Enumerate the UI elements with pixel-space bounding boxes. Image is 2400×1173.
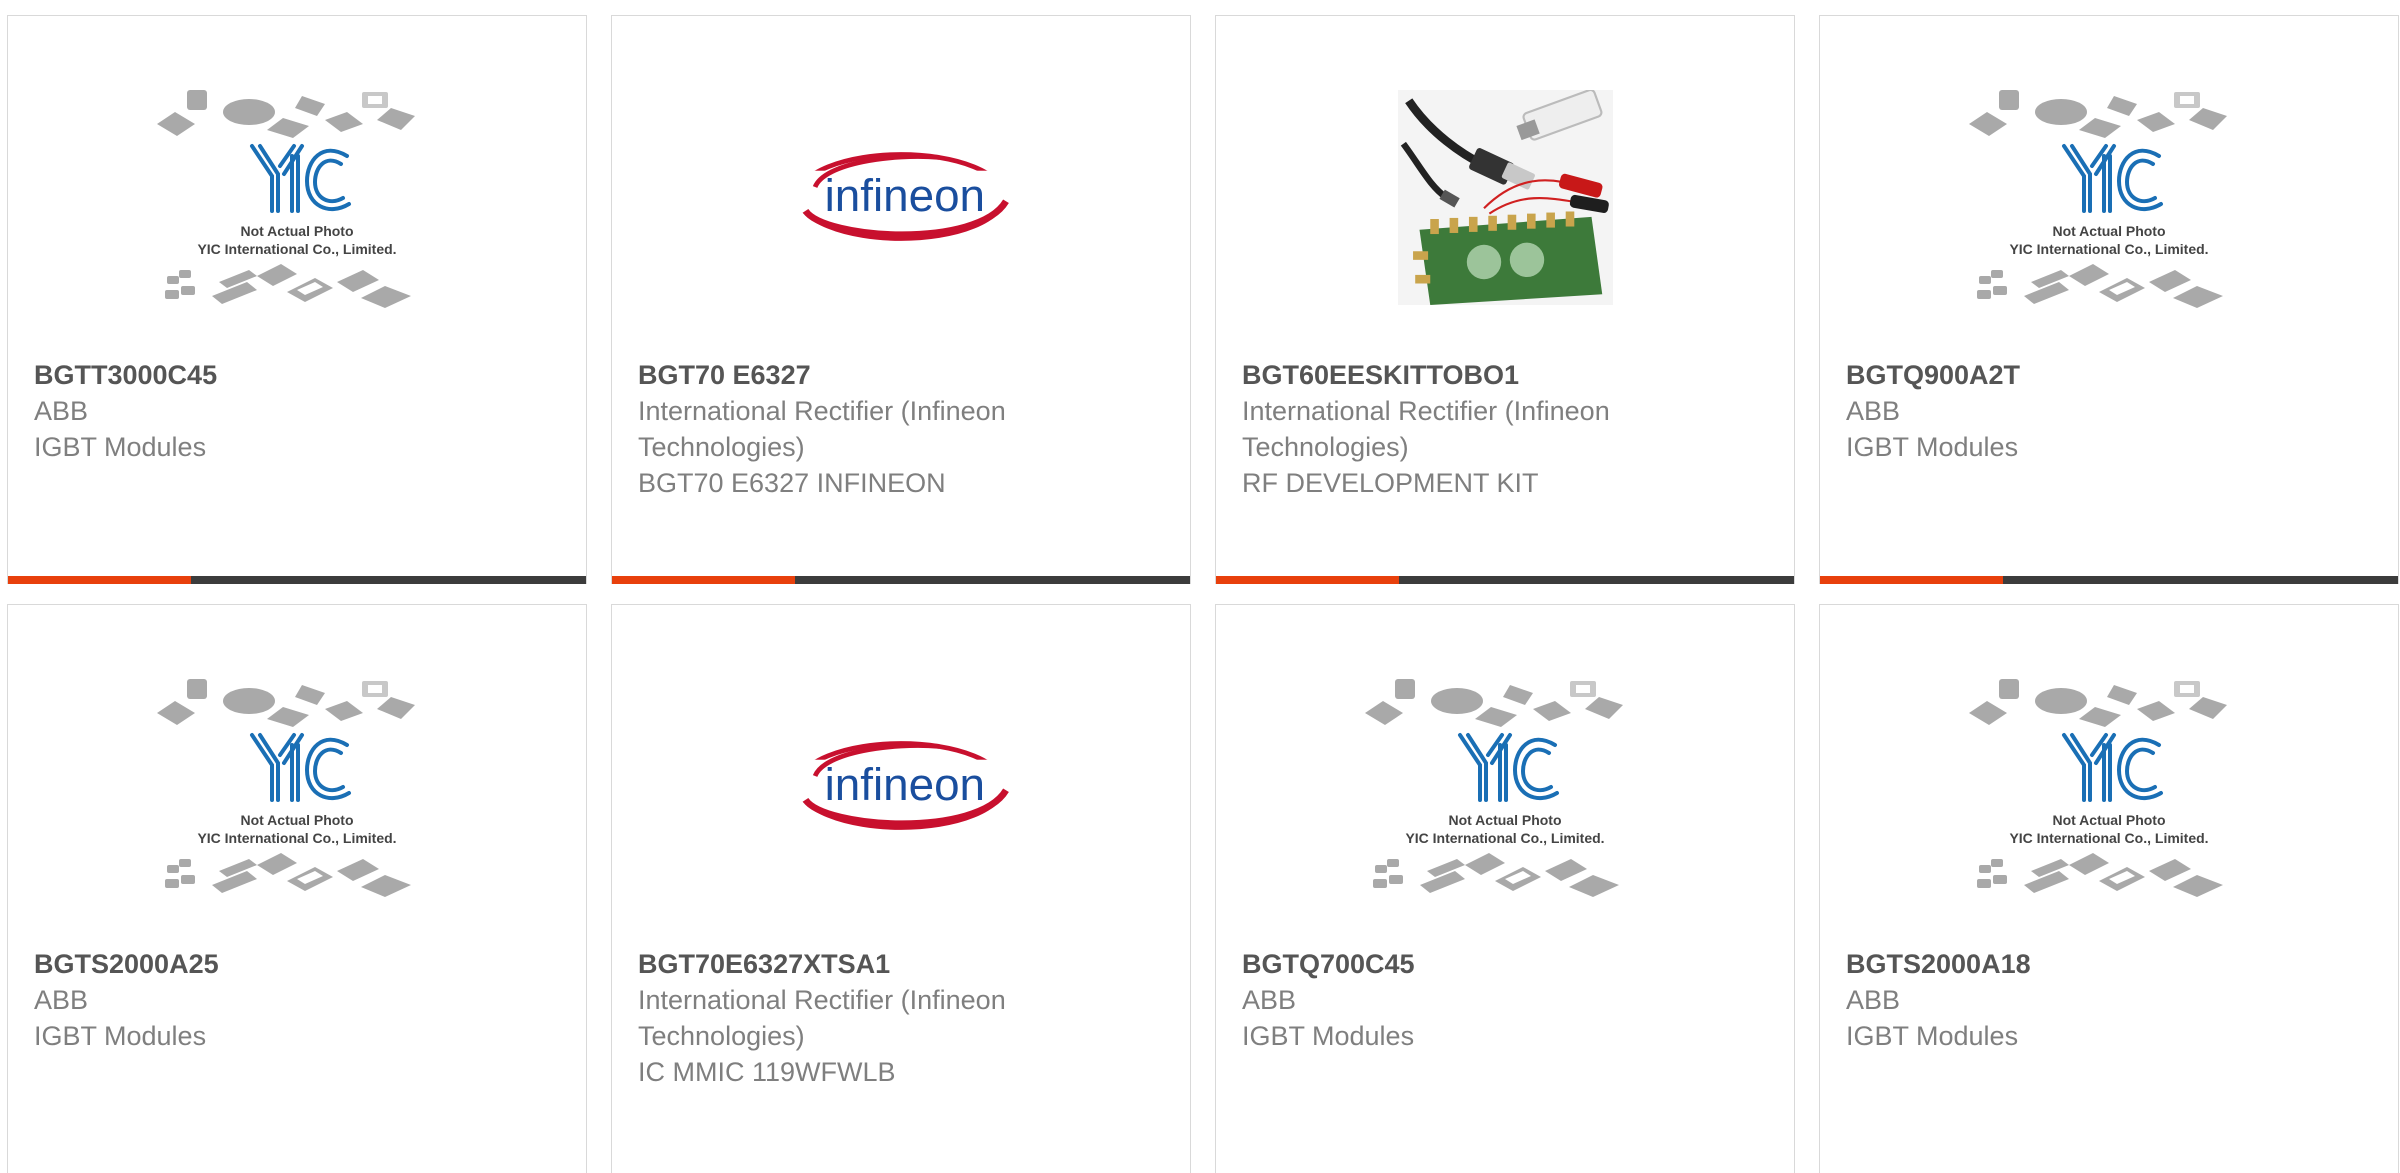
product-image[interactable] xyxy=(8,86,586,356)
product-image[interactable] xyxy=(8,675,586,945)
manufacturer: International Rectifier (Infineon Techno… xyxy=(1242,396,1610,462)
card-accent-bar xyxy=(612,576,795,584)
product-info: BGTQ700C45 ABB IGBT Modules xyxy=(1242,946,1774,1054)
manufacturer: ABB xyxy=(1242,985,1297,1015)
product-info: BGT70 E6327 International Rectifier (Inf… xyxy=(638,357,1170,501)
product-card-bgtq900a2t[interactable]: BGTQ900A2T ABB IGBT Modules xyxy=(1819,15,2399,584)
description: IGBT Modules xyxy=(1846,432,2019,462)
card-accent-bar xyxy=(8,576,191,584)
not-actual-photo-placeholder xyxy=(1969,675,2249,915)
product-info: BGT60EESKITTOBO1 International Rectifier… xyxy=(1242,357,1774,501)
description: IC MMIC 119WFWLB xyxy=(638,1057,896,1087)
product-info: BGTT3000C45 ABB IGBT Modules xyxy=(34,357,566,465)
manufacturer: ABB xyxy=(34,985,89,1015)
product-card-bgt70e6327xtsa1[interactable]: BGT70E6327XTSA1 International Rectifier … xyxy=(611,604,1191,1173)
product-image[interactable] xyxy=(612,675,1190,945)
infineon-logo xyxy=(786,144,1016,249)
not-actual-photo-placeholder xyxy=(1969,86,2249,326)
description: IGBT Modules xyxy=(1846,1021,2019,1051)
manufacturer: International Rectifier (Infineon Techno… xyxy=(638,985,1006,1051)
dev-kit-photo xyxy=(1398,90,1613,305)
product-image[interactable] xyxy=(1216,86,1794,356)
part-number[interactable]: BGT60EESKITTOBO1 xyxy=(1242,357,1774,393)
part-number[interactable]: BGTS2000A18 xyxy=(1846,946,2378,982)
product-info: BGTS2000A25 ABB IGBT Modules xyxy=(34,946,566,1054)
product-card-bgt70-e6327[interactable]: BGT70 E6327 International Rectifier (Inf… xyxy=(611,15,1191,584)
description: RF DEVELOPMENT KIT xyxy=(1242,468,1539,498)
description: IGBT Modules xyxy=(34,1021,207,1051)
description: IGBT Modules xyxy=(34,432,207,462)
product-image[interactable] xyxy=(612,86,1190,356)
card-bottom-bar xyxy=(8,576,586,584)
card-bottom-bar xyxy=(1820,576,2398,584)
infineon-logo xyxy=(786,733,1016,838)
part-number[interactable]: BGTQ700C45 xyxy=(1242,946,1774,982)
card-bottom-bar xyxy=(1216,576,1794,584)
description: BGT70 E6327 INFINEON xyxy=(638,468,946,498)
product-grid: BGTT3000C45 ABB IGBT Modules BGT70 E6327… xyxy=(7,15,2399,1173)
product-image[interactable] xyxy=(1216,675,1794,945)
description: IGBT Modules xyxy=(1242,1021,1415,1051)
product-image[interactable] xyxy=(1820,86,2398,356)
product-image[interactable] xyxy=(1820,675,2398,945)
not-actual-photo-placeholder xyxy=(157,86,437,326)
product-card-bgts2000a18[interactable]: BGTS2000A18 ABB IGBT Modules xyxy=(1819,604,2399,1173)
not-actual-photo-placeholder xyxy=(1365,675,1645,915)
manufacturer: ABB xyxy=(1846,985,1901,1015)
part-number[interactable]: BGTQ900A2T xyxy=(1846,357,2378,393)
manufacturer: ABB xyxy=(34,396,89,426)
product-info: BGTS2000A18 ABB IGBT Modules xyxy=(1846,946,2378,1054)
part-number[interactable]: BGTT3000C45 xyxy=(34,357,566,393)
product-card-bgts2000a25[interactable]: BGTS2000A25 ABB IGBT Modules xyxy=(7,604,587,1173)
part-number[interactable]: BGT70E6327XTSA1 xyxy=(638,946,1170,982)
card-bottom-bar xyxy=(612,576,1190,584)
card-accent-bar xyxy=(1820,576,2003,584)
not-actual-photo-placeholder xyxy=(157,675,437,915)
product-info: BGTQ900A2T ABB IGBT Modules xyxy=(1846,357,2378,465)
card-accent-bar xyxy=(1216,576,1399,584)
product-info: BGT70E6327XTSA1 International Rectifier … xyxy=(638,946,1170,1090)
product-card-bgtt3000c45[interactable]: BGTT3000C45 ABB IGBT Modules xyxy=(7,15,587,584)
part-number[interactable]: BGTS2000A25 xyxy=(34,946,566,982)
product-card-bgt60eeskittobo1[interactable]: BGT60EESKITTOBO1 International Rectifier… xyxy=(1215,15,1795,584)
manufacturer: International Rectifier (Infineon Techno… xyxy=(638,396,1006,462)
part-number[interactable]: BGT70 E6327 xyxy=(638,357,1170,393)
manufacturer: ABB xyxy=(1846,396,1901,426)
product-card-bgtq700c45[interactable]: BGTQ700C45 ABB IGBT Modules xyxy=(1215,604,1795,1173)
